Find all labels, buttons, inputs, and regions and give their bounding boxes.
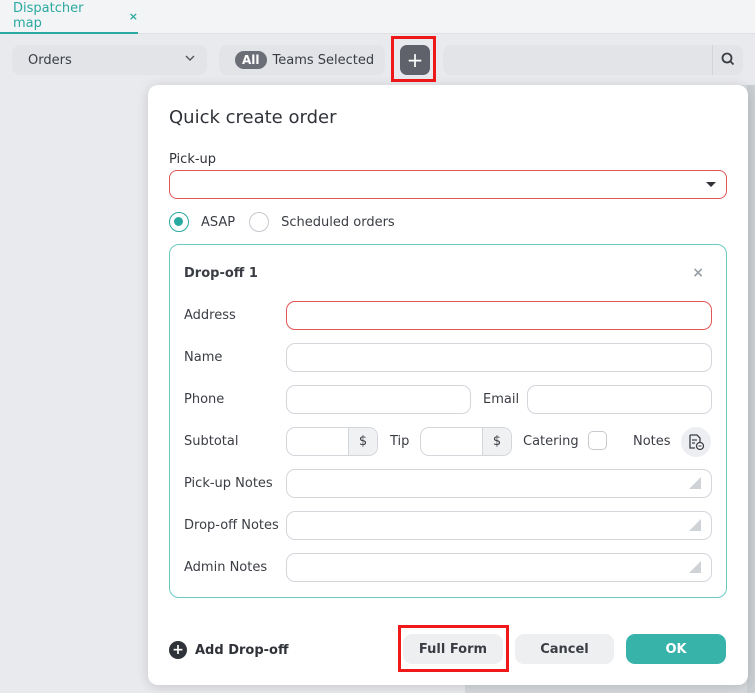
chevron-down-icon (185, 53, 195, 66)
ok-button[interactable]: OK (626, 634, 726, 664)
name-label: Name (184, 350, 223, 365)
email-label: Email (483, 392, 520, 407)
pickup-notes-field[interactable] (286, 469, 712, 498)
caret-down-icon (706, 182, 716, 187)
address-field[interactable] (286, 301, 712, 330)
pickup-label: Pick-up (169, 152, 217, 167)
map-edge (747, 85, 755, 693)
asap-radio[interactable] (169, 212, 189, 232)
name-field[interactable] (286, 343, 712, 372)
admin-notes-label: Admin Notes (184, 560, 268, 575)
close-icon[interactable]: × (692, 265, 704, 281)
pickup-select[interactable] (169, 170, 727, 199)
scheduled-orders-radio[interactable] (249, 212, 270, 232)
tab-bar: Dispatcher map × (0, 0, 755, 34)
dialog-title: Quick create order (169, 107, 337, 128)
pickup-notes-label: Pick-up Notes (184, 476, 273, 491)
view-select-value: Orders (28, 52, 72, 68)
phone-label: Phone (184, 392, 225, 407)
admin-notes-field[interactable] (286, 553, 712, 582)
resize-grip-icon[interactable] (689, 477, 701, 489)
address-label: Address (184, 308, 236, 323)
resize-grip-icon[interactable] (689, 561, 701, 573)
plus-circle-icon: + (169, 641, 187, 659)
resize-grip-icon[interactable] (689, 519, 701, 531)
notes-label: Notes (633, 434, 671, 449)
asap-radio-label[interactable]: ASAP (201, 215, 235, 230)
dropoff-notes-field[interactable] (286, 511, 712, 540)
subtotal-currency-suffix: $ (348, 428, 377, 455)
search-input[interactable] (443, 45, 743, 75)
phone-field[interactable] (286, 385, 471, 414)
search-icon[interactable] (720, 51, 736, 67)
tip-currency-suffix: $ (482, 428, 511, 455)
dropoff-notes-label: Drop-off Notes (184, 518, 279, 533)
add-dropoff-button[interactable]: + Add Drop-off (169, 640, 289, 660)
dropoff-title: Drop-off 1 (184, 266, 258, 281)
subtotal-field[interactable]: $ (286, 427, 378, 456)
subtotal-label: Subtotal (184, 434, 239, 449)
teams-all-badge: All (235, 51, 267, 69)
notes-edit-icon[interactable] (681, 427, 711, 457)
full-form-highlight (398, 625, 509, 672)
dropoff-panel: Drop-off 1 × Address Name Phone Email Su… (169, 244, 727, 598)
cancel-button[interactable]: Cancel (515, 634, 614, 664)
scheduled-orders-radio-label[interactable]: Scheduled orders (281, 215, 395, 230)
tab-dispatcher-map[interactable]: Dispatcher map × (0, 0, 138, 34)
teams-filter-label: Teams Selected (272, 52, 375, 68)
search-divider (712, 45, 713, 75)
view-select[interactable]: Orders (12, 45, 207, 75)
plus-icon: + (406, 48, 424, 72)
schedule-radio-group: ASAP Scheduled orders (169, 212, 407, 232)
teams-filter[interactable]: All Teams Selected (219, 45, 385, 75)
email-field[interactable] (527, 385, 712, 414)
close-icon[interactable]: × (129, 10, 138, 23)
catering-checkbox[interactable] (588, 431, 607, 450)
catering-label: Catering (523, 434, 579, 449)
add-order-button[interactable]: + (400, 45, 430, 75)
tab-label: Dispatcher map (13, 1, 84, 31)
add-dropoff-label: Add Drop-off (195, 642, 289, 658)
tip-label: Tip (390, 434, 410, 449)
quick-create-order-dialog: Quick create order Pick-up ASAP Schedule… (148, 85, 748, 685)
tip-field[interactable]: $ (420, 427, 512, 456)
